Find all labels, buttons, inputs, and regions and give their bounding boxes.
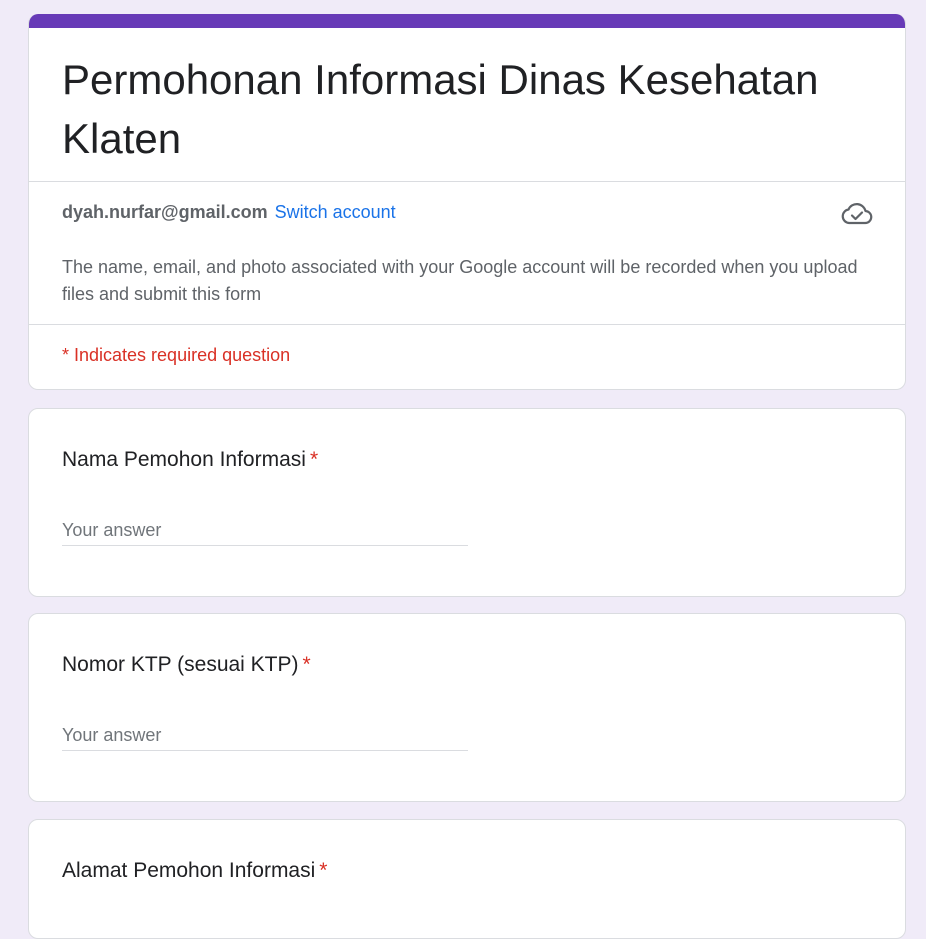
question-title: Nama Pemohon Informasi * [62,446,318,474]
switch-account-link[interactable]: Switch account [275,202,396,222]
cloud-check-icon [841,200,873,228]
ktp-answer-input[interactable] [62,721,468,751]
notice-divider [29,324,905,325]
form-title: Permohonan Informasi Dinas Kesehatan Kla… [62,56,819,162]
required-star: * [309,448,319,471]
header-accent-bar [29,14,905,28]
question-card-alamat: Alamat Pemohon Informasi * [28,819,906,939]
header-divider [29,181,905,182]
nama-answer-input[interactable] [62,516,468,546]
account-email: dyah.nurfar@gmail.com [62,202,268,222]
required-star: * [302,653,311,676]
required-star: * [319,859,328,882]
question-label: Alamat Pemohon Informasi [62,859,316,882]
question-label: Nama Pemohon Informasi [62,448,306,471]
required-note: * Indicates required question [62,345,291,365]
question-title: Nomor KTP (sesuai KTP) * [62,651,311,679]
question-card-ktp: Nomor KTP (sesuai KTP) * [28,613,906,802]
question-title: Alamat Pemohon Informasi * [62,857,327,885]
question-card-nama: Nama Pemohon Informasi * [28,408,906,597]
form-header-card: Permohonan Informasi Dinas Kesehatan Kla… [28,14,906,390]
recording-notice: The name, email, and photo associated wi… [62,257,858,304]
account-row: dyah.nurfar@gmail.com Switch account [62,200,396,224]
question-label: Nomor KTP (sesuai KTP) [62,653,299,676]
